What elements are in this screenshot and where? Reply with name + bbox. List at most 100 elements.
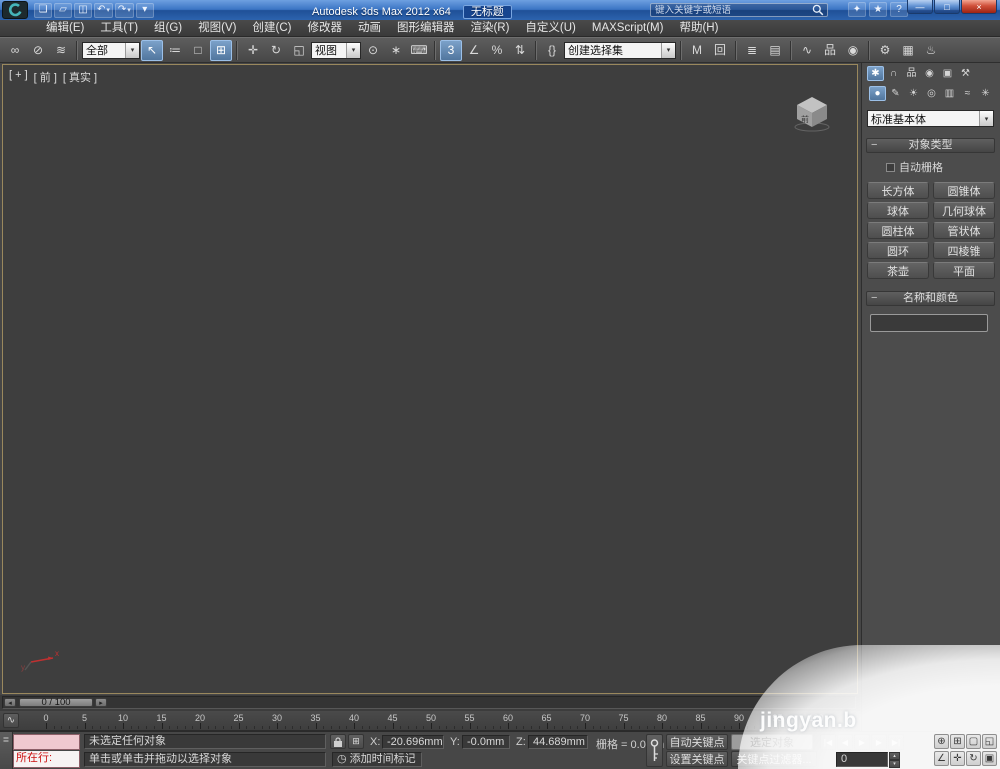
rendered-frame-window-icon[interactable]: ▦ — [897, 40, 919, 61]
percent-snap-icon[interactable]: % — [486, 40, 508, 61]
select-by-name-icon[interactable]: ≔ — [164, 40, 186, 61]
render-setup-icon[interactable]: ⚙ — [874, 40, 896, 61]
viewport[interactable]: [ + ] [ 前 ] [ 真实 ] 前 x y — [2, 64, 858, 694]
tab-create-icon[interactable]: ✱ — [867, 66, 884, 81]
app-logo-button[interactable] — [2, 1, 28, 19]
autogrid-checkbox[interactable] — [886, 162, 895, 172]
add-time-tag[interactable]: ◷ 添加时间标记 — [332, 752, 422, 767]
tab-utilities-icon[interactable]: ⚒ — [957, 66, 974, 81]
new-scene-button[interactable]: ❏ — [34, 2, 52, 18]
primitive-button-cylinder[interactable]: 圆柱体 — [867, 222, 929, 239]
primitive-button-geosphere[interactable]: 几何球体 — [933, 202, 995, 219]
time-slider-track[interactable]: ◂ 0 / 100 ▸ — [2, 696, 856, 709]
bind-to-space-warp-icon[interactable]: ≋ — [50, 40, 72, 61]
rollout-object-type[interactable]: − 对象类型 — [866, 138, 995, 153]
communication-center-icon[interactable]: ✦ — [848, 2, 866, 17]
menu-edit[interactable]: 编辑(E) — [38, 20, 92, 36]
favorites-icon[interactable]: ★ — [869, 2, 887, 17]
graphite-modeling-tools-icon[interactable]: ▤ — [764, 40, 786, 61]
primitive-button-box[interactable]: 长方体 — [867, 182, 929, 199]
spinner-down-icon[interactable]: ▾ — [889, 760, 900, 768]
edit-named-selection-sets-icon[interactable]: {} — [541, 40, 563, 61]
auto-key-toggle[interactable]: 自动关键点 — [666, 734, 728, 750]
curve-editor-icon[interactable]: ∿ — [796, 40, 818, 61]
material-editor-icon[interactable]: ◉ — [842, 40, 864, 61]
maximize-button[interactable]: □ — [934, 0, 960, 14]
primitive-button-tube[interactable]: 管状体 — [933, 222, 995, 239]
primitive-button-cone[interactable]: 圆锥体 — [933, 182, 995, 199]
object-name-field[interactable] — [870, 314, 988, 332]
zoom-icon[interactable]: ⊕ — [934, 734, 949, 749]
close-button[interactable]: × — [961, 0, 997, 14]
menu-help[interactable]: 帮助(H) — [671, 20, 726, 36]
zoom-extents-icon[interactable]: ▢ — [966, 734, 981, 749]
orbit-icon[interactable]: ↻ — [966, 751, 981, 766]
spinner-up-icon[interactable]: ▴ — [889, 752, 900, 760]
tab-display-icon[interactable]: ▣ — [939, 66, 956, 81]
angle-snap-icon[interactable]: ∠ — [463, 40, 485, 61]
current-frame-field[interactable]: 0 — [836, 752, 888, 767]
primitive-button-pyramid[interactable]: 四棱锥 — [933, 242, 995, 259]
unlink-selection-icon[interactable]: ⊘ — [27, 40, 49, 61]
category-cameras-icon[interactable]: ◎ — [923, 86, 940, 101]
select-and-scale-icon[interactable]: ◱ — [288, 40, 310, 61]
maximize-viewport-toggle-icon[interactable]: ▣ — [982, 751, 997, 766]
menu-animation[interactable]: 动画 — [350, 20, 389, 36]
viewport-general-menu[interactable]: [ + ] — [9, 69, 28, 85]
menu-views[interactable]: 视图(V) — [190, 20, 244, 36]
redo-button[interactable]: ↷ ▾ — [114, 2, 134, 18]
tab-modify-icon[interactable]: ∩ — [885, 66, 902, 81]
viewport-pov-menu[interactable]: [ 前 ] — [34, 69, 57, 85]
select-and-link-icon[interactable]: ∞ — [4, 40, 26, 61]
absolute-offset-mode-toggle[interactable]: ⊞ — [348, 734, 364, 749]
menu-create[interactable]: 创建(C) — [244, 20, 299, 36]
selection-lock-toggle[interactable] — [330, 734, 346, 749]
category-systems-icon[interactable]: ✳ — [977, 86, 994, 101]
project-folder-button[interactable]: ▾ — [135, 2, 154, 18]
pan-view-icon[interactable]: ✛ — [950, 751, 965, 766]
maxscript-listener-line[interactable]: 所在行: — [13, 751, 80, 768]
menu-graph-editors[interactable]: 图形编辑器 — [389, 20, 463, 36]
primitive-button-sphere[interactable]: 球体 — [867, 202, 929, 219]
selection-filter-dropdown[interactable]: 全部 ▾ — [82, 41, 140, 59]
primitive-button-torus[interactable]: 圆环 — [867, 242, 929, 259]
previous-frame-arrow[interactable]: ◂ — [4, 698, 16, 707]
z-coordinate-field[interactable]: 44.689mm — [528, 735, 588, 749]
time-slider-handle[interactable]: 0 / 100 — [19, 698, 93, 707]
category-helpers-icon[interactable]: ▥ — [941, 86, 958, 101]
schematic-view-icon[interactable]: 品 — [819, 40, 841, 61]
primitive-type-dropdown[interactable]: 标准基本体 ▾ — [867, 110, 994, 127]
y-coordinate-field[interactable]: -0.0mm — [462, 735, 510, 749]
open-file-button[interactable]: ▱ — [54, 2, 72, 18]
select-object-icon[interactable]: ↖ — [141, 39, 163, 61]
mirror-icon[interactable]: M — [686, 40, 708, 61]
category-lights-icon[interactable]: ☀ — [905, 86, 922, 101]
primitive-button-teapot[interactable]: 茶壶 — [867, 262, 929, 279]
viewcube[interactable]: 前 — [787, 91, 837, 138]
frame-spinner[interactable]: ▴ ▾ — [889, 752, 900, 768]
menu-modifiers[interactable]: 修改器 — [299, 20, 350, 36]
timeline-ruler[interactable]: 0510152025303540455055606570758085909510… — [24, 711, 858, 730]
field-of-view-icon[interactable]: ∠ — [934, 751, 949, 766]
open-mini-curve-editor-icon[interactable]: ∿ — [3, 713, 19, 728]
tab-hierarchy-icon[interactable]: 品 — [903, 66, 920, 81]
category-geometry-icon[interactable]: ● — [869, 86, 886, 101]
undo-button[interactable]: ↶ ▾ — [94, 2, 113, 18]
category-space-warps-icon[interactable]: ≈ — [959, 86, 976, 101]
menu-maxscript[interactable]: MAXScript(M) — [584, 20, 672, 36]
layer-manager-icon[interactable]: ≣ — [741, 40, 763, 61]
reference-coordinate-system-dropdown[interactable]: 视图 ▾ — [311, 41, 361, 59]
x-coordinate-field[interactable]: -20.696mm — [382, 735, 444, 749]
zoom-all-icon[interactable]: ⊞ — [950, 734, 965, 749]
viewport-shading-menu[interactable]: [ 真实 ] — [63, 69, 97, 85]
set-keys-button[interactable] — [646, 734, 663, 767]
keyboard-shortcut-override-icon[interactable]: ⌨ — [408, 40, 430, 61]
menu-customize[interactable]: 自定义(U) — [517, 20, 583, 36]
menu-tools[interactable]: 工具(T) — [92, 20, 146, 36]
named-selection-sets-dropdown[interactable]: 创建选择集 ▾ — [564, 41, 676, 59]
zoom-extents-all-icon[interactable]: ◱ — [982, 734, 997, 749]
select-and-rotate-icon[interactable]: ↻ — [265, 40, 287, 61]
spinner-snap-icon[interactable]: ⇅ — [509, 40, 531, 61]
use-pivot-point-center-icon[interactable]: ⊙ — [362, 40, 384, 61]
macro-recorder-line[interactable] — [13, 734, 80, 750]
